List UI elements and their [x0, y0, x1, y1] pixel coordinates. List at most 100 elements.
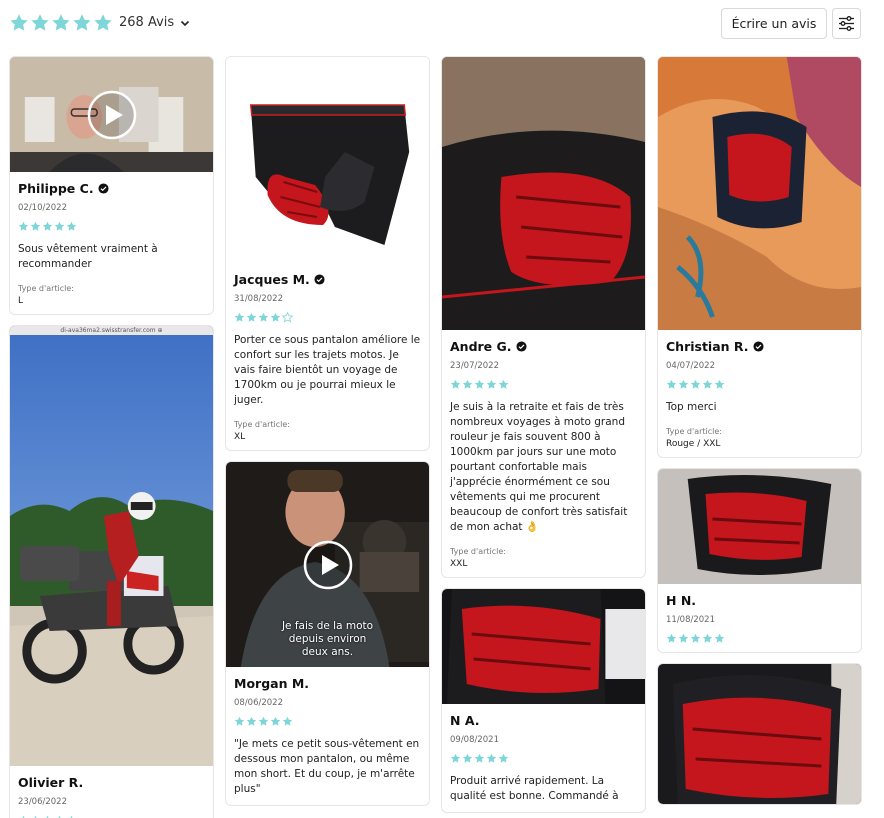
video-caption: Je fais de la moto depuis environ deux a…: [281, 620, 374, 658]
play-icon[interactable]: [87, 90, 137, 140]
review-author: Andre G.: [450, 339, 637, 354]
review-date: 11/08/2021: [666, 615, 715, 625]
star-icon: [10, 14, 28, 31]
star-filled-icon: [258, 716, 269, 726]
review-card[interactable]: H N. 11/08/2021: [657, 468, 862, 653]
review-text: Je suis à la retraite et fais de très no…: [450, 401, 628, 533]
review-text: Porter ce sous pantalon améliore le conf…: [234, 334, 421, 406]
review-card[interactable]: N A. 09/08/2021 Produit arrivé rapidemen…: [441, 588, 646, 813]
review-column-2: Jacques M. 31/08/2022 Porter ce sous pan…: [225, 56, 430, 816]
review-date: 23/06/2022: [18, 797, 67, 807]
product-type-value: XL: [234, 432, 246, 442]
review-date: 08/06/2022: [234, 698, 283, 708]
review-card[interactable]: Jacques M. 31/08/2022 Porter ce sous pan…: [225, 56, 430, 451]
author-name: Olivier R.: [18, 775, 84, 790]
review-photo[interactable]: [442, 589, 645, 704]
verified-badge-icon: [314, 274, 325, 285]
review-photo[interactable]: [658, 57, 861, 330]
review-card[interactable]: [657, 663, 862, 805]
review-photo[interactable]: [442, 57, 645, 330]
star-filled-icon: [678, 633, 689, 643]
review-text: Sous vêtement vraiment à recommander: [18, 243, 158, 270]
product-type-label: Type d'article:: [18, 284, 74, 293]
star-filled-icon: [234, 312, 245, 322]
author-name: Morgan M.: [234, 676, 310, 691]
review-card[interactable]: di-ava36ma2.swisstransfer.com ⊕ Olivier …: [9, 325, 214, 818]
star-filled-icon: [450, 379, 461, 389]
star-icon: [52, 14, 70, 31]
product-type-value: Rouge / XXL: [666, 439, 721, 449]
photo-image: [442, 589, 645, 704]
review-rating: [666, 379, 853, 390]
review-date: 04/07/2022: [666, 361, 715, 371]
star-filled-icon: [666, 633, 677, 643]
author-name: Andre G.: [450, 339, 512, 354]
star-filled-icon: [246, 716, 257, 726]
review-card[interactable]: Je fais de la moto depuis environ deux a…: [225, 461, 430, 806]
star-filled-icon: [474, 379, 485, 389]
review-author: Christian R.: [666, 339, 853, 354]
review-date: 23/07/2022: [450, 361, 499, 371]
author-name: Philippe C.: [18, 181, 94, 196]
photo-image: [658, 57, 861, 330]
review-author: Jacques M.: [234, 272, 421, 287]
review-photo[interactable]: [658, 469, 861, 584]
star-filled-icon: [42, 221, 53, 231]
review-card[interactable]: Christian R. 04/07/2022 Top merci Type d…: [657, 56, 862, 458]
product-type-value: L: [18, 296, 24, 306]
star-filled-icon: [498, 753, 509, 763]
star-filled-icon: [474, 753, 485, 763]
verified-badge-icon: [515, 341, 527, 352]
star-filled-icon: [66, 221, 77, 231]
review-column-3: Andre G. 23/07/2022 Je suis à la retrait…: [441, 56, 646, 818]
star-filled-icon: [678, 379, 689, 389]
play-icon[interactable]: [303, 540, 353, 590]
review-column-1: Philippe C. 02/10/2022 Sous vêtement vra…: [9, 56, 214, 818]
review-author: Olivier R.: [18, 775, 205, 790]
author-name: H N.: [666, 593, 697, 608]
review-text: "Je mets ce petit sous-vêtement en desso…: [234, 738, 420, 795]
star-icon: [94, 14, 112, 31]
review-date: 02/10/2022: [18, 203, 67, 213]
review-author: Morgan M.: [234, 676, 421, 691]
photo-image: [10, 326, 213, 766]
photo-image: [658, 469, 861, 584]
chevron-down-icon: [181, 20, 190, 26]
photo-image: [658, 664, 861, 804]
filter-button[interactable]: [832, 8, 861, 39]
star-filled-icon: [702, 379, 713, 389]
review-text: Produit arrivé rapidement. La qualité es…: [450, 775, 619, 802]
review-count-dropdown[interactable]: 268 Avis: [119, 15, 191, 30]
star-icon: [73, 14, 91, 31]
review-video[interactable]: [10, 57, 213, 172]
star-filled-icon: [234, 716, 245, 726]
author-name: Jacques M.: [234, 272, 310, 287]
review-video[interactable]: Je fais de la moto depuis environ deux a…: [226, 462, 429, 667]
reviews-header: 268 Avis Écrire un avis: [0, 0, 884, 50]
review-photo[interactable]: di-ava36ma2.swisstransfer.com ⊕: [10, 326, 213, 766]
review-date: 31/08/2022: [234, 294, 283, 304]
star-filled-icon: [54, 221, 65, 231]
product-type-label: Type d'article:: [450, 547, 506, 556]
review-card[interactable]: Philippe C. 02/10/2022 Sous vêtement vra…: [9, 56, 214, 315]
write-review-button[interactable]: Écrire un avis: [721, 8, 827, 39]
review-rating: [666, 633, 853, 644]
verified-badge-icon: [98, 183, 109, 194]
star-filled-icon: [18, 221, 29, 231]
review-card[interactable]: Andre G. 23/07/2022 Je suis à la retrait…: [441, 56, 646, 578]
review-author: Philippe C.: [18, 181, 205, 196]
review-rating: [234, 716, 421, 727]
star-filled-icon: [714, 379, 725, 389]
star-filled-icon: [690, 379, 701, 389]
star-filled-icon: [462, 753, 473, 763]
product-type-value: XXL: [450, 559, 468, 569]
star-filled-icon: [462, 379, 473, 389]
review-date: 09/08/2021: [450, 735, 499, 745]
photo-image: [442, 57, 645, 330]
review-rating: [234, 312, 421, 323]
review-rating: [18, 221, 205, 232]
photo-top-caption: di-ava36ma2.swisstransfer.com ⊕: [60, 327, 163, 334]
star-filled-icon: [282, 716, 293, 726]
review-photo[interactable]: [658, 664, 861, 804]
review-photo[interactable]: [226, 57, 429, 262]
